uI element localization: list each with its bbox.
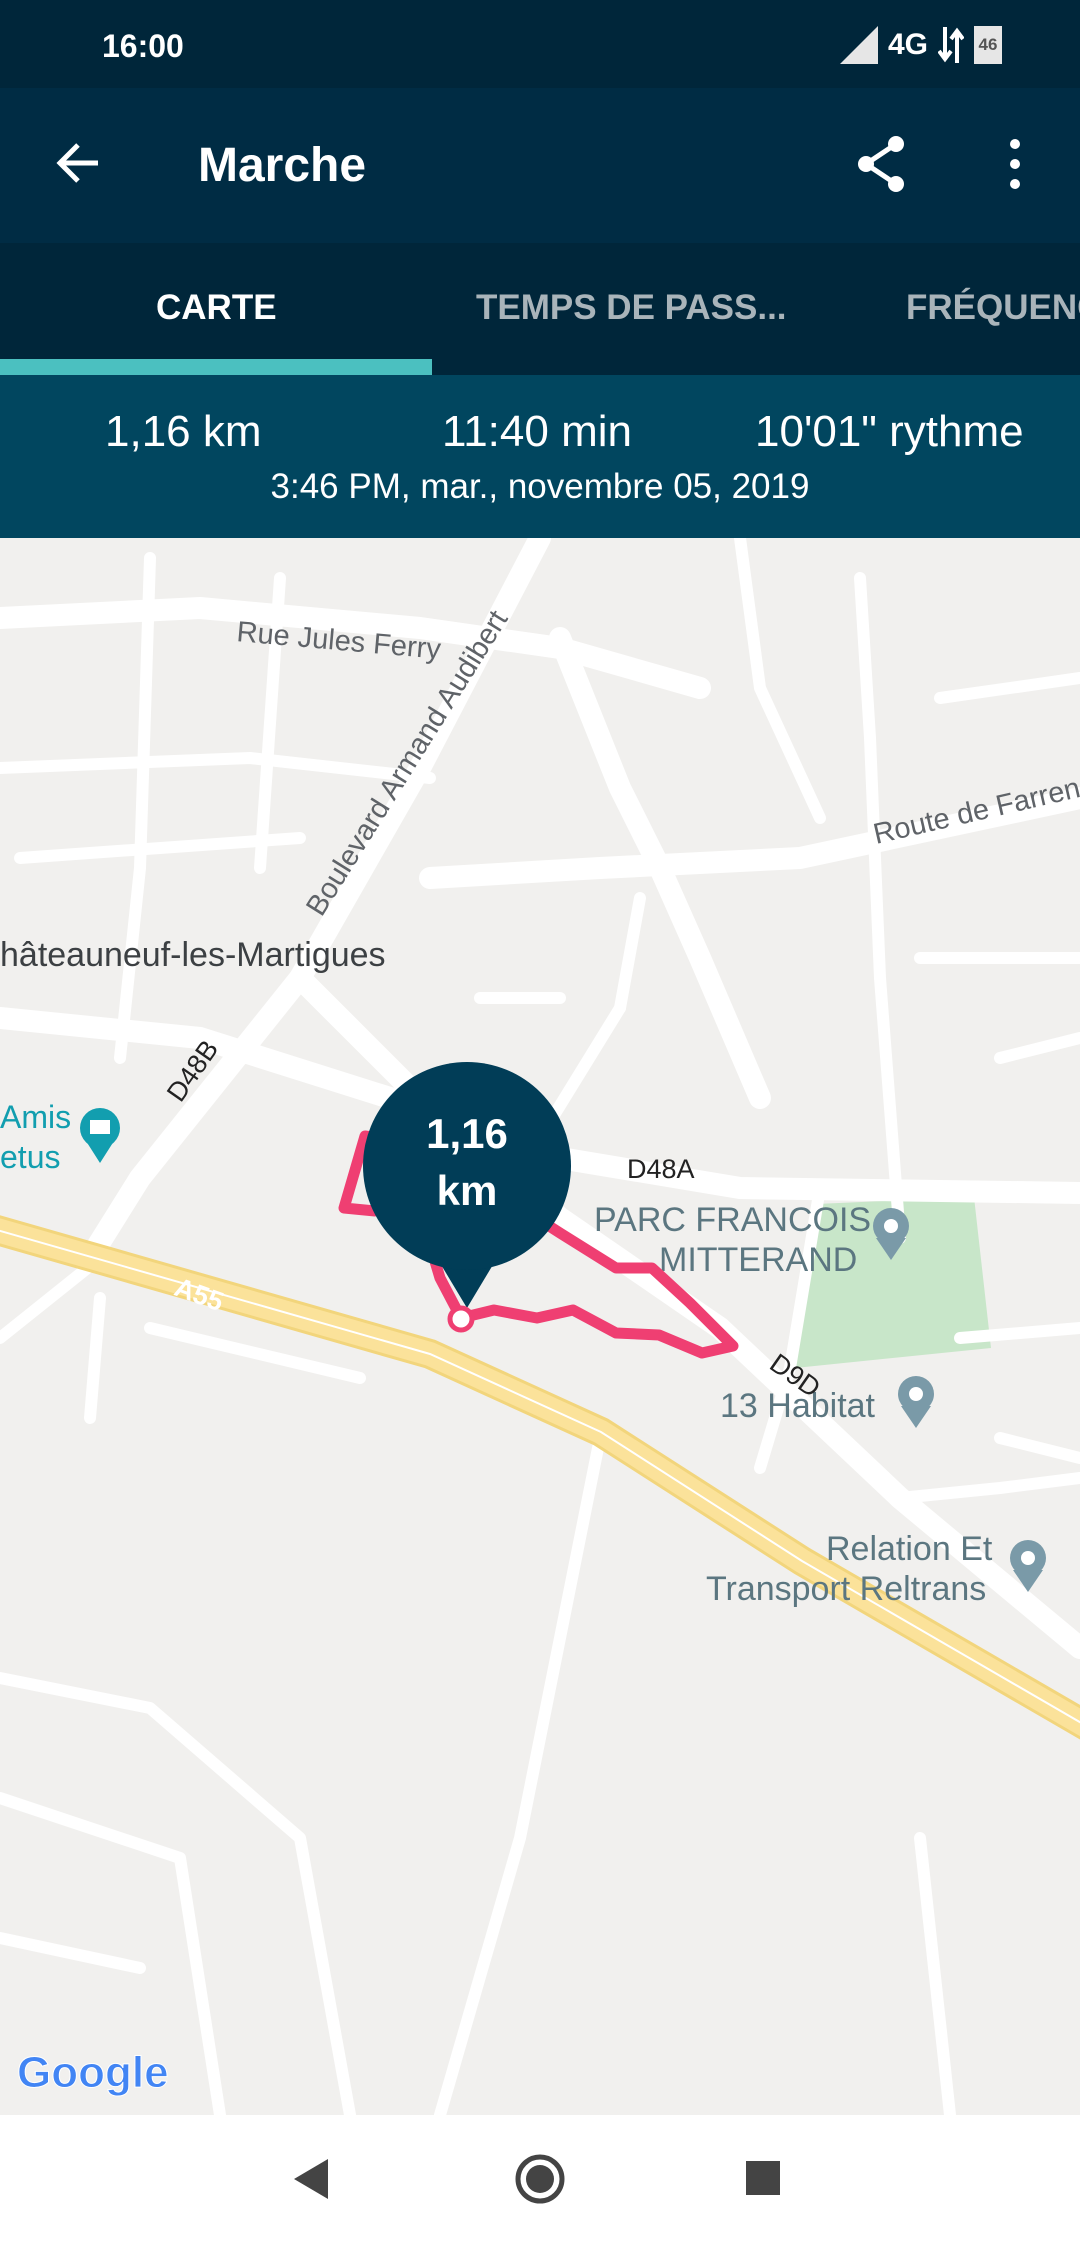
tab-bar: CARTE TEMPS DE PASS... FRÉQUENC <box>0 243 1080 375</box>
park-label: MITTERAND <box>659 1241 857 1279</box>
duration-stat: 11:40 min <box>442 407 632 456</box>
google-logo: Google <box>17 2048 169 2097</box>
route-map[interactable]: Rue Jules Ferry Boulevard Armand Audiber… <box>0 538 1080 2115</box>
nav-recents-icon[interactable] <box>746 2161 780 2195</box>
poi-label: etus <box>0 1139 60 1175</box>
nav-back-icon[interactable] <box>292 2157 332 2201</box>
tab-temps-de-passage[interactable]: TEMPS DE PASS... <box>476 288 787 328</box>
battery-icon: 46 <box>974 26 1002 64</box>
more-options-icon[interactable] <box>990 134 1040 194</box>
navigation-bar <box>0 2115 1080 2246</box>
poi-label: Relation Et <box>826 1530 993 1568</box>
share-icon[interactable] <box>852 134 912 194</box>
route-start-point <box>447 1305 475 1333</box>
marker-unit: km <box>437 1167 498 1214</box>
signal-icon <box>839 26 878 64</box>
activity-datetime: 3:46 PM, mar., novembre 05, 2019 <box>270 467 810 506</box>
nav-home-icon[interactable] <box>514 2153 566 2205</box>
marker-value: 1,16 <box>426 1110 508 1157</box>
pace-stat: 10'01" rythme <box>755 407 1024 456</box>
page-title: Marche <box>198 139 367 192</box>
road-label: D48A <box>627 1154 695 1184</box>
tab-carte[interactable]: CARTE <box>156 288 277 328</box>
poi-label: Amis <box>0 1099 71 1135</box>
activity-summary: 1,16 km 11:40 min 10'01" rythme 3:46 PM,… <box>0 375 1080 538</box>
data-transfer-icon <box>938 27 964 63</box>
network-type: 4G <box>887 28 928 61</box>
poi-label: Transport Reltrans <box>706 1570 986 1608</box>
toolbar: Marche <box>0 88 1080 243</box>
status-bar: 16:00 4G 46 <box>0 0 1080 88</box>
town-label: hâteauneuf-les-Martigues <box>0 936 386 974</box>
back-arrow-icon[interactable] <box>50 133 110 193</box>
status-time: 16:00 <box>102 28 184 64</box>
park-label: PARC FRANCOIS <box>594 1201 871 1239</box>
tab-frequence[interactable]: FRÉQUENC <box>906 288 1080 328</box>
distance-stat: 1,16 km <box>105 407 262 456</box>
active-tab-indicator <box>0 359 432 375</box>
